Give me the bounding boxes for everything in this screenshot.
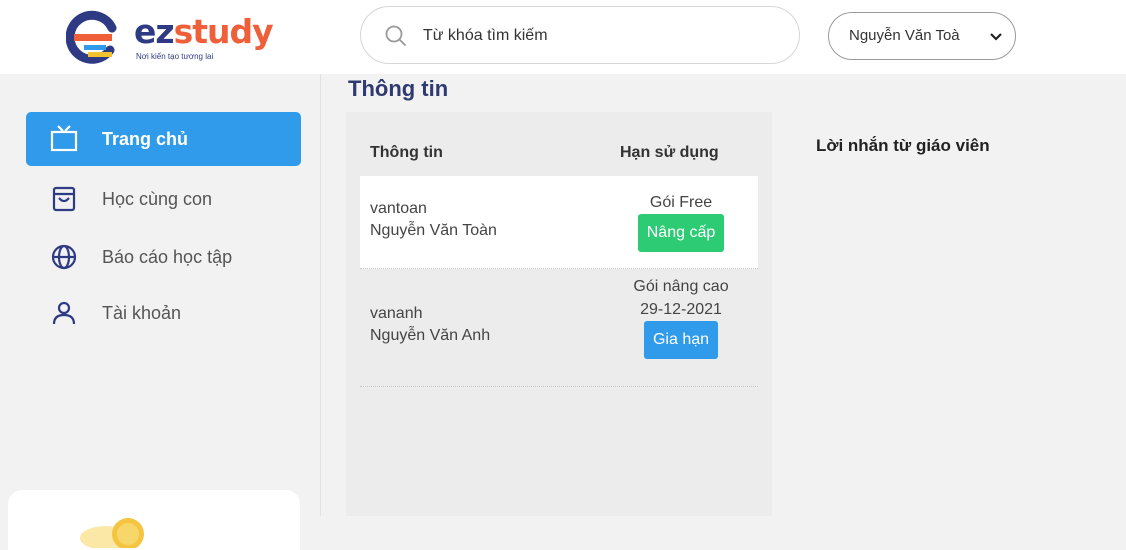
- username: vananh: [370, 305, 423, 322]
- sidebar-item-label: Tài khoản: [102, 303, 182, 323]
- full-name: Nguyễn Văn Anh: [370, 327, 491, 344]
- sidebar-item-label: Báo cáo học tập: [102, 247, 233, 267]
- ezstudy-logo[interactable]: ezstudy Nơi kiến tạo tương lai: [66, 8, 274, 68]
- logo-tagline: Nơi kiến tạo tương lai: [136, 52, 214, 61]
- user-select-value: Nguyễn Văn Toà: [849, 27, 960, 44]
- sidebar-item-label: Trang chủ: [102, 129, 189, 149]
- sidebar-item-account[interactable]: Tài khoản: [26, 286, 301, 340]
- globe-icon: [51, 244, 77, 270]
- username: vantoan: [370, 200, 427, 217]
- promo-card[interactable]: [8, 490, 300, 550]
- search-icon[interactable]: [383, 23, 409, 49]
- sidebar-item-learning-report[interactable]: Báo cáo học tập: [26, 230, 301, 284]
- plan-cell: Gói nâng cao 29-12-2021 Gia hạn: [616, 275, 746, 359]
- account-cell: vananh Nguyễn Văn Anh: [370, 303, 490, 347]
- upgrade-button[interactable]: Nâng cấp: [637, 214, 725, 252]
- sidebar: Trang chủ Học cùng con Báo cáo học tập T…: [0, 74, 321, 550]
- plan-name: Gói nâng cao: [633, 278, 729, 295]
- sidebar-item-home[interactable]: Trang chủ: [26, 112, 301, 166]
- plan-cell: Gói Free Nâng cấp: [616, 191, 746, 252]
- expiry-date: 29-12-2021: [640, 301, 722, 318]
- renew-button[interactable]: Gia hạn: [643, 321, 719, 359]
- coins-illustration: [80, 518, 144, 548]
- chevron-down-icon: [990, 33, 1002, 41]
- page-title: Thông tin: [348, 76, 449, 101]
- column-header-expiry: Hạn sử dụng: [620, 144, 719, 161]
- sidebar-item-learn-with-child[interactable]: Học cùng con: [26, 172, 301, 226]
- tv-icon: [50, 125, 78, 152]
- logo-text: ezstudy: [134, 12, 274, 51]
- plan-name: Gói Free: [649, 194, 713, 211]
- user-icon: [52, 301, 76, 325]
- logo-icon: [66, 10, 117, 64]
- user-select[interactable]: Nguyễn Văn Toà: [828, 12, 1016, 60]
- shopping-bag-icon: [52, 186, 76, 212]
- full-name: Nguyễn Văn Toàn: [370, 222, 497, 239]
- table-row: vantoan Nguyễn Văn Toàn Gói Free Nâng cấ…: [360, 176, 758, 269]
- sidebar-item-label: Học cùng con: [102, 189, 213, 209]
- search-input[interactable]: [421, 20, 785, 52]
- top-header: ezstudy Nơi kiến tạo tương lai Nguyễn Vă…: [0, 0, 1126, 74]
- teacher-messages-panel: Lời nhắn từ giáo viên: [800, 112, 1126, 516]
- table-row: vananh Nguyễn Văn Anh Gói nâng cao 29-12…: [360, 269, 758, 387]
- account-cell: vantoan Nguyễn Văn Toàn: [370, 198, 497, 242]
- info-panel: Thông tin Hạn sử dụng vantoan Nguyễn Văn…: [346, 112, 772, 516]
- search-box[interactable]: [360, 6, 800, 64]
- teacher-messages-title: Lời nhắn từ giáo viên: [816, 136, 990, 155]
- column-header-info: Thông tin: [370, 144, 443, 161]
